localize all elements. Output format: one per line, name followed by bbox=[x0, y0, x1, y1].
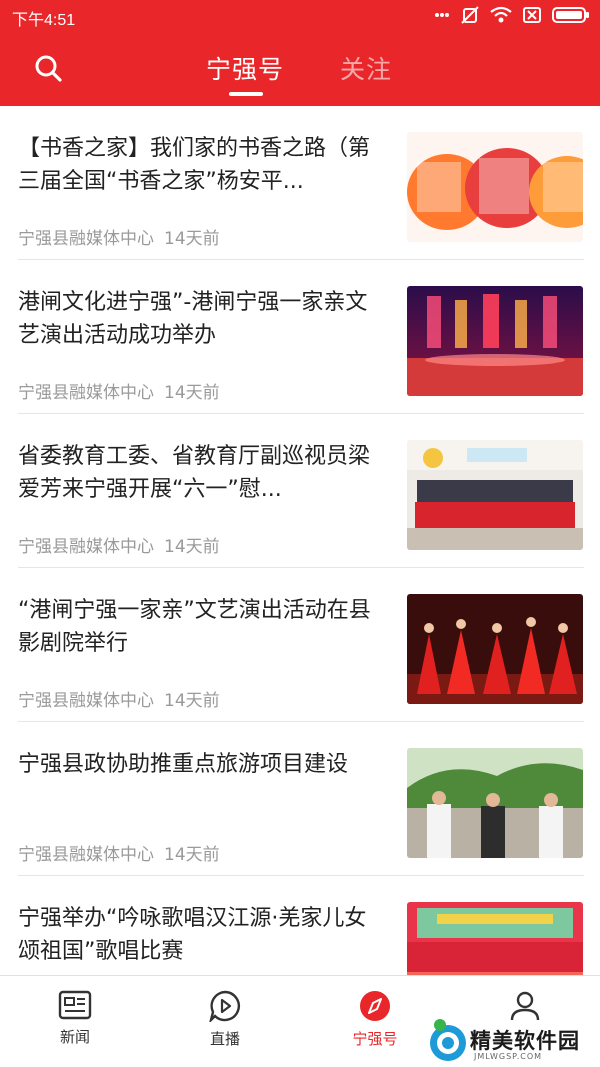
news-title: 省委教育工委、省教育厅副巡视员梁爱芳来宁强开展“六一”慰... bbox=[18, 444, 371, 502]
news-title: “港闸宁强一家亲”文艺演出活动在县影剧院举行 bbox=[18, 598, 371, 656]
news-time: 14天前 bbox=[164, 537, 220, 557]
news-thumbnail bbox=[407, 594, 583, 704]
news-meta: 宁强县融媒体中心 14天前 bbox=[18, 532, 220, 557]
thumbnail-stage-image bbox=[407, 286, 583, 396]
thumbnail-group-photo-image bbox=[407, 440, 583, 550]
bottom-nav-news[interactable]: 新闻 bbox=[25, 990, 125, 1064]
news-title: 宁强县政协助推重点旅游项目建设 bbox=[18, 752, 349, 777]
watermark: 精美软件园 JMLWGSP.COM bbox=[428, 1015, 600, 1065]
tab-follow[interactable]: 关注 bbox=[340, 50, 392, 86]
news-meta: 宁强县融媒体中心 14天前 bbox=[18, 840, 220, 865]
news-time: 14天前 bbox=[164, 691, 220, 711]
active-tab-indicator bbox=[229, 92, 263, 96]
bottom-nav-live-label: 直播 bbox=[209, 1030, 240, 1048]
wifi-icon bbox=[490, 6, 512, 23]
tab-ningqiang-hao[interactable]: 宁强号 bbox=[206, 50, 284, 86]
header: 下午4:51 宁强号 关注 bbox=[0, 0, 600, 106]
news-meta: 宁强县融媒体中心 14天前 bbox=[18, 378, 220, 403]
thumbnail-banner-image bbox=[407, 132, 583, 242]
bottom-nav-live[interactable]: 直播 bbox=[175, 990, 275, 1064]
status-time: 下午4:51 bbox=[12, 12, 76, 29]
news-item[interactable]: “港闸宁强一家亲”文艺演出活动在县影剧院举行 宁强县融媒体中心 14天前 bbox=[0, 568, 600, 722]
bottom-nav-ningqiang-hao-label: 宁强号 bbox=[352, 1030, 398, 1048]
news-time: 14天前 bbox=[164, 845, 220, 865]
news-meta: 宁强县融媒体中心 14天前 bbox=[18, 686, 220, 711]
news-time: 14天前 bbox=[164, 383, 220, 403]
news-thumbnail bbox=[407, 286, 583, 396]
watermark-sub: JMLWGSP.COM bbox=[474, 1052, 543, 1061]
watermark-logo-icon bbox=[430, 1019, 466, 1061]
status-icons bbox=[434, 5, 590, 25]
news-time: 14天前 bbox=[164, 229, 220, 249]
search-icon bbox=[35, 55, 62, 82]
battery-icon bbox=[552, 7, 589, 23]
search-button[interactable] bbox=[32, 52, 66, 86]
news-thumbnail bbox=[407, 748, 583, 858]
news-source: 宁强县融媒体中心 bbox=[18, 845, 154, 865]
news-source: 宁强县融媒体中心 bbox=[18, 537, 154, 557]
news-title: 宁强举办“吟咏歌唱汉江源·羌家儿女颂祖国”歌唱比赛 bbox=[18, 906, 367, 964]
news-feed[interactable]: 【书香之家】我们家的书香之路（第三届全国“书香之家”杨安平... 宁强县融媒体中… bbox=[0, 106, 600, 975]
news-source: 宁强县融媒体中心 bbox=[18, 229, 154, 249]
news-title: 港闸文化进宁强”-港闸宁强一家亲文艺演出活动成功举办 bbox=[18, 290, 368, 348]
bottom-nav-news-label: 新闻 bbox=[59, 1028, 90, 1046]
app-screen: 下午4:51 宁强号 关注 【书香之家】我们家的书香之路（第三届全国“书香之家”… bbox=[0, 0, 600, 1067]
thumbnail-dancers-image bbox=[407, 594, 583, 704]
news-thumbnail bbox=[407, 440, 583, 550]
news-source: 宁强县融媒体中心 bbox=[18, 383, 154, 403]
news-item[interactable]: 宁强举办“吟咏歌唱汉江源·羌家儿女颂祖国”歌唱比赛 bbox=[0, 876, 600, 975]
news-item[interactable]: 【书香之家】我们家的书香之路（第三届全国“书香之家”杨安平... 宁强县融媒体中… bbox=[0, 106, 600, 260]
bottom-nav-ningqiang-hao[interactable]: 宁强号 bbox=[325, 990, 425, 1064]
news-meta: 宁强县融媒体中心 14天前 bbox=[18, 224, 220, 249]
news-source: 宁强县融媒体中心 bbox=[18, 691, 154, 711]
news-thumbnail bbox=[407, 132, 583, 242]
alarm-dots-icon bbox=[435, 13, 449, 17]
news-item[interactable]: 港闸文化进宁强”-港闸宁强一家亲文艺演出活动成功举办 宁强县融媒体中心 14天前 bbox=[0, 260, 600, 414]
status-bar: 下午4:51 bbox=[0, 0, 600, 32]
play-bubble-icon bbox=[209, 990, 240, 1022]
mute-icon bbox=[461, 6, 479, 24]
news-item[interactable]: 省委教育工委、省教育厅副巡视员梁爱芳来宁强开展“六一”慰... 宁强县融媒体中心… bbox=[0, 414, 600, 568]
sim-off-icon bbox=[523, 7, 541, 23]
newspaper-icon bbox=[58, 990, 92, 1020]
watermark-label: 精美软件园 bbox=[470, 1029, 580, 1053]
news-thumbnail bbox=[407, 902, 583, 975]
thumbnail-singing-contest-image bbox=[407, 902, 583, 975]
news-item[interactable]: 宁强县政协助推重点旅游项目建设 宁强县融媒体中心 14天前 bbox=[0, 722, 600, 876]
top-nav: 宁强号 关注 bbox=[0, 32, 600, 106]
compass-icon bbox=[360, 991, 390, 1021]
news-title: 【书香之家】我们家的书香之路（第三届全国“书香之家”杨安平... bbox=[18, 136, 371, 194]
thumbnail-officials-image bbox=[407, 748, 583, 858]
